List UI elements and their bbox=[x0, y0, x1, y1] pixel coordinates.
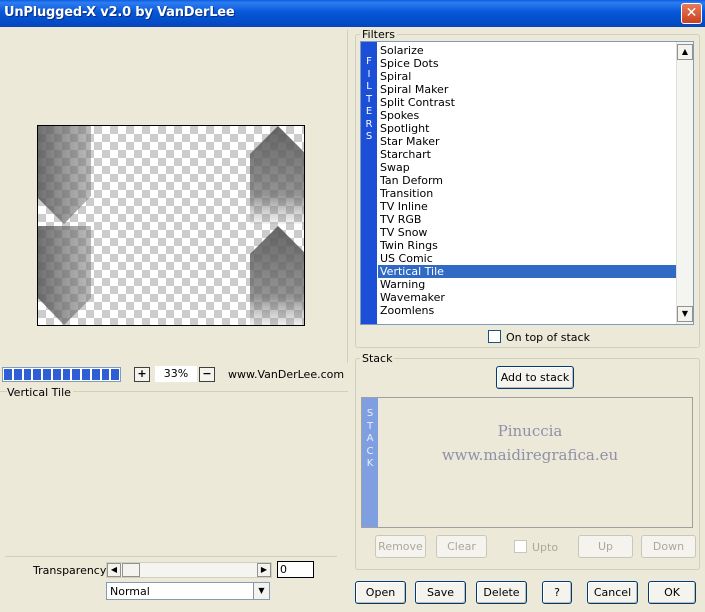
progress-segment bbox=[82, 369, 90, 380]
down-button[interactable]: Down bbox=[641, 535, 696, 558]
side-tab-letter: S bbox=[366, 408, 374, 419]
on-top-of-stack-label: On top of stack bbox=[506, 331, 590, 344]
progress-segment bbox=[111, 369, 119, 380]
upto-label: Upto bbox=[532, 541, 559, 554]
filter-list-item[interactable]: TV Inline bbox=[378, 200, 678, 213]
transparency-divider bbox=[5, 556, 337, 557]
filter-list-item[interactable]: Transition bbox=[378, 187, 678, 200]
filter-list-item[interactable]: Solarize bbox=[378, 44, 678, 57]
filters-items: Solarize Spice Dots Spiral Spiral Maker Spli… bbox=[378, 44, 678, 317]
filter-list-item[interactable]: Wavemaker bbox=[378, 291, 678, 304]
watermark-line1: Pinuccia bbox=[497, 422, 563, 440]
filters-list[interactable]: FILTERS Solarize Spice Dots Spiral Spiral M… bbox=[360, 41, 694, 325]
filter-list-item[interactable]: TV Snow bbox=[378, 226, 678, 239]
zoom-in-button[interactable]: + bbox=[134, 367, 150, 382]
window-title: UnPlugged-X v2.0 by VanDerLee bbox=[4, 5, 235, 20]
open-button[interactable]: Open bbox=[355, 581, 406, 604]
progress-segment bbox=[62, 369, 71, 380]
title-bar: UnPlugged-X v2.0 by VanDerLee ✕ bbox=[0, 0, 705, 27]
up-button[interactable]: Up bbox=[578, 535, 633, 558]
side-tab-letter: T bbox=[365, 93, 373, 105]
progress-segment bbox=[13, 369, 22, 380]
slider-right-arrow-icon[interactable]: ▶ bbox=[257, 563, 271, 577]
close-button[interactable]: ✕ bbox=[681, 3, 702, 24]
filter-list-item[interactable]: US Comic bbox=[378, 252, 678, 265]
filter-list-item[interactable]: Star Maker bbox=[378, 135, 678, 148]
preview-image[interactable] bbox=[37, 125, 305, 326]
filter-list-item[interactable]: Spotlight bbox=[378, 122, 678, 135]
stack-group-label: Stack bbox=[360, 352, 395, 365]
filter-list-item[interactable]: Vertical Tile bbox=[378, 265, 678, 278]
add-to-stack-button[interactable]: Add to stack bbox=[496, 366, 574, 389]
progress-segment bbox=[91, 369, 100, 380]
preview-panel bbox=[0, 30, 348, 363]
progress-segment bbox=[43, 369, 51, 380]
preview-shapes bbox=[38, 126, 304, 325]
ok-button[interactable]: OK bbox=[648, 581, 696, 604]
side-tab-letter: I bbox=[367, 68, 371, 80]
filters-group-label: Filters bbox=[360, 28, 397, 41]
zoom-out-button[interactable]: − bbox=[199, 367, 215, 382]
blend-mode-value: Normal bbox=[110, 585, 150, 598]
filter-list-item[interactable]: Spice Dots bbox=[378, 57, 678, 70]
delete-button[interactable]: Delete bbox=[476, 581, 527, 604]
side-tab-letter: S bbox=[365, 131, 373, 142]
progress-segment bbox=[52, 369, 61, 380]
filter-description-title: Vertical Tile bbox=[7, 386, 73, 399]
progress-segment bbox=[72, 369, 80, 380]
transparency-input[interactable]: 0 bbox=[277, 561, 314, 578]
side-tab-letter: F bbox=[366, 56, 372, 67]
filter-list-item[interactable]: Spiral Maker bbox=[378, 83, 678, 96]
transparency-label: Transparency bbox=[33, 564, 107, 577]
filter-list-item[interactable]: Tan Deform bbox=[378, 174, 678, 187]
side-tab-letter: R bbox=[365, 118, 373, 130]
scroll-up-arrow-icon[interactable]: ▲ bbox=[677, 44, 693, 60]
scroll-down-arrow-icon[interactable]: ▼ bbox=[677, 306, 693, 322]
stack-side-tab: STACK bbox=[362, 398, 378, 527]
watermark-line2: www.maidiregrafica.eu bbox=[441, 446, 619, 464]
website-link[interactable]: www.VanDerLee.com bbox=[228, 368, 344, 381]
filter-list-item[interactable]: Starchart bbox=[378, 148, 678, 161]
side-tab-letter: K bbox=[366, 458, 374, 469]
upto-checkbox[interactable] bbox=[514, 540, 527, 553]
filter-list-item[interactable]: Swap bbox=[378, 161, 678, 174]
blend-mode-select[interactable]: Normal ▼ bbox=[106, 582, 270, 600]
filter-list-item[interactable]: Warning bbox=[378, 278, 678, 291]
filter-list-item[interactable]: Split Contrast bbox=[378, 96, 678, 109]
progress-segment bbox=[4, 369, 12, 380]
zoom-value: 33% bbox=[155, 366, 197, 382]
filters-side-tab: FILTERS bbox=[361, 42, 377, 324]
side-tab-letter: C bbox=[366, 445, 374, 457]
filter-list-item[interactable]: Spokes bbox=[378, 109, 678, 122]
clear-button[interactable]: Clear bbox=[436, 535, 487, 558]
filters-scrollbar[interactable]: ▲ ▼ bbox=[676, 42, 693, 324]
chevron-down-icon[interactable]: ▼ bbox=[253, 583, 269, 599]
side-tab-letter: T bbox=[366, 420, 374, 432]
side-tab-letter: A bbox=[366, 433, 374, 444]
remove-button[interactable]: Remove bbox=[375, 535, 426, 558]
slider-left-arrow-icon[interactable]: ◀ bbox=[107, 563, 121, 577]
filter-list-item[interactable]: TV RGB bbox=[378, 213, 678, 226]
render-progress-bar bbox=[2, 367, 121, 382]
stack-list[interactable]: STACK Pinuccia www.maidiregrafica.eu bbox=[361, 397, 693, 528]
progress-segment bbox=[101, 369, 110, 380]
on-top-of-stack-checkbox[interactable] bbox=[488, 330, 501, 343]
transparency-slider[interactable]: ◀ ▶ bbox=[106, 562, 272, 578]
progress-segment bbox=[23, 369, 32, 380]
help-button[interactable]: ? bbox=[542, 581, 572, 604]
save-button[interactable]: Save bbox=[415, 581, 466, 604]
side-tab-letter: E bbox=[365, 106, 373, 117]
side-tab-letter: L bbox=[366, 81, 372, 92]
slider-thumb[interactable] bbox=[122, 563, 140, 577]
filter-list-item[interactable]: Twin Rings bbox=[378, 239, 678, 252]
filter-list-item[interactable]: Spiral bbox=[378, 70, 678, 83]
cancel-button[interactable]: Cancel bbox=[587, 581, 638, 604]
filter-list-item[interactable]: Zoomlens bbox=[378, 304, 678, 317]
progress-segment bbox=[33, 369, 41, 380]
